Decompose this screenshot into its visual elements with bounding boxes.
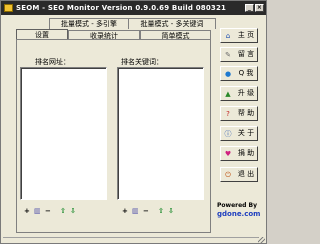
title-bar[interactable]: SEOM - SEO Monitor Version 0.9.0.69 Buil… [1,1,266,15]
move-url-down-button[interactable]: ⇩ [70,208,76,215]
message-icon: ✎ [225,51,231,59]
upgrade-icon: ▲ [225,90,231,98]
add-keyword-button[interactable]: + [122,208,128,215]
keyword-column-label: 排名关键词： [121,58,163,66]
about-button[interactable]: ⓘ 关 于 [220,126,258,141]
home-button[interactable]: ⌂ 主 页 [220,28,258,43]
window-title: SEOM - SEO Monitor Version 0.9.0.69 Buil… [16,4,227,12]
donate-button[interactable]: ♥ 捐 助 [220,146,258,161]
tab-batch-multi-keyword[interactable]: 批量模式 - 多关键词 [128,18,216,29]
info-icon: ⓘ [224,130,232,138]
move-url-up-button[interactable]: ⇧ [60,208,66,215]
remove-url-button[interactable]: − [45,208,51,215]
qq-icon: ● [224,70,232,78]
close-button[interactable]: × [255,4,264,12]
exit-icon: ⏻ [225,171,231,179]
app-window: SEOM - SEO Monitor Version 0.9.0.69 Buil… [0,0,267,244]
move-keyword-down-button[interactable]: ⇩ [168,208,174,215]
help-icon: ? [226,110,230,118]
powered-by-label: Powered By [217,202,258,209]
url-column-label: 排名网址： [35,58,70,66]
url-list[interactable] [20,67,107,200]
add-url-button[interactable]: + [24,208,30,215]
message-button[interactable]: ✎ 留 言 [220,47,258,62]
app-icon [4,4,13,12]
resize-grip[interactable] [258,237,265,243]
home-icon: ⌂ [225,32,231,40]
site-link[interactable]: gdone.com [217,210,260,218]
qq-button[interactable]: ● Q 我 [220,66,258,81]
exit-button[interactable]: ⏻ 退 出 [220,167,258,182]
donate-icon: ♥ [224,150,232,158]
edit-keyword-button[interactable]: ▥ [132,208,139,215]
keyword-list[interactable] [117,67,204,200]
tab-batch-multi-engine[interactable]: 批量模式 - 多引擎 [49,18,129,29]
upgrade-button[interactable]: ▲ 升 级 [220,86,258,101]
minimize-button[interactable]: _ [245,4,254,12]
remove-keyword-button[interactable]: − [143,208,149,215]
status-bar [3,237,265,243]
help-button[interactable]: ? 帮 助 [220,106,258,121]
edit-url-button[interactable]: ▥ [34,208,41,215]
move-keyword-up-button[interactable]: ⇧ [158,208,164,215]
